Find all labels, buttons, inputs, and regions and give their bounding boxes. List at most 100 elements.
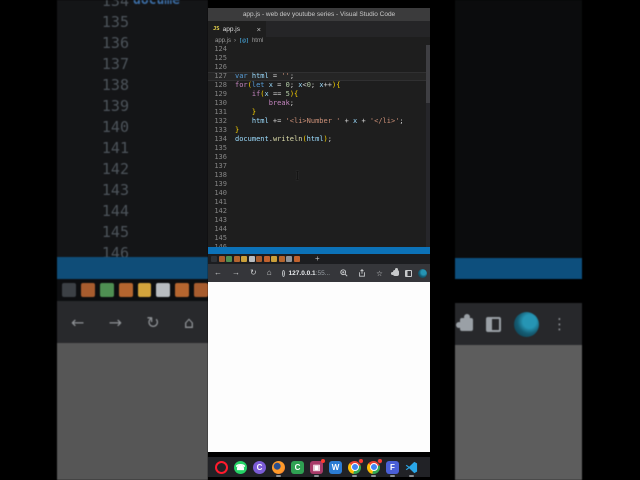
browser-tab-favicon[interactable] [241,256,247,262]
breadcrumb-file[interactable]: app.js [215,38,231,44]
extensions-puzzle-icon[interactable] [390,268,399,276]
editor-tab-appjs[interactable]: JS app.js × [208,21,266,37]
chevron-right-icon: › [234,38,237,44]
line-number: 134 [214,135,227,143]
line-number: 128 [214,81,227,89]
vscode-title-bar: app.js - web dev youtube series - Visual… [208,8,430,21]
bg-menu-icon: ⋮ [552,315,567,333]
line-number: 124 [214,45,227,53]
webpage-blank[interactable] [208,282,430,452]
taskbar-icon-vscode[interactable] [405,461,418,477]
browser-tab-favicon[interactable] [256,256,262,262]
code-line[interactable]: 130 break; [208,99,430,108]
code-line[interactable]: 145 [208,234,430,243]
code-line[interactable]: 124 [208,45,430,54]
bg-side-panel-icon [486,316,501,332]
bg-tab-favicon [62,283,76,297]
taskbar-icon-camtasia[interactable]: C [291,460,304,474]
code-line[interactable]: 135 [208,144,430,153]
bg-browser-tabstrip [57,279,208,301]
site-info-icon[interactable]: i [281,269,285,277]
browser-tab-favicon[interactable] [271,256,277,262]
browser-tab-favicon[interactable] [248,256,255,262]
code-editor[interactable]: 124 125 126 127 var html = ''; 128 for(let x =… [208,45,430,247]
line-number: 144 [214,225,227,233]
code-line[interactable]: 129 if(x == 5){ [208,90,430,99]
address-bar[interactable]: 127.0.0.1:55... [289,270,331,277]
tab-label: app.js [222,25,240,33]
browser-tab-favicon[interactable] [263,256,270,262]
bookmark-star-icon[interactable]: ☆ [376,269,383,278]
shorts-video-frame: docume 134 135 136 137 138 139 140 141 142 143 144… [0,0,640,480]
code-line[interactable]: 136 [208,153,430,162]
profile-avatar[interactable] [417,268,427,278]
taskbar-icon-whatsapp[interactable]: ☎ [234,460,247,474]
code-line[interactable]: 142 [208,207,430,216]
editor-scrollbar[interactable] [426,45,430,247]
code-line[interactable]: 140 [208,189,430,198]
code-text: var html = ''; [235,72,295,80]
taskbar-icon-word[interactable]: W [329,460,342,474]
line-number: 137 [214,162,227,170]
back-button[interactable]: ← [214,269,222,277]
browser-tab-favicon[interactable] [211,256,217,262]
code-line[interactable]: 125 [208,54,430,63]
zoom-icon[interactable] [340,269,348,277]
code-line[interactable]: 126 [208,63,430,72]
bg-extensions-icon [456,313,473,331]
bg-statusbar-left [57,257,208,279]
browser-tab-favicon[interactable] [286,256,292,262]
browser-tab-favicon[interactable] [218,256,225,262]
browser-tab-favicon[interactable] [233,256,240,262]
breadcrumb-symbol[interactable]: html [252,38,263,44]
code-line[interactable]: 134 document.writeln(html); [208,135,430,144]
home-button[interactable]: ⌂ [267,269,272,277]
close-tab-icon[interactable]: × [257,25,261,34]
code-line[interactable]: 139 [208,180,430,189]
bg-code-snippet: docume [133,0,180,8]
code-line[interactable]: 133} [208,126,430,135]
line-number: 132 [214,117,227,125]
share-icon[interactable] [358,269,366,277]
bg-statusbar-right [455,258,582,279]
reload-button[interactable]: ↻ [250,269,257,277]
breadcrumb: app.js › [@] html [208,37,430,45]
code-line[interactable]: 128 for(let x = 0; x<0; x++){ [208,81,430,90]
forward-button[interactable]: → [232,269,240,277]
bg-browser-toolbar-left: ← → ↻ ⌂ [57,301,208,343]
side-panel-icon[interactable] [404,269,412,277]
taskbar-icon-app-c[interactable]: C [253,460,266,474]
taskbar-icon-opera[interactable] [215,460,228,474]
vscode-tab-bar: JS app.js × [208,21,430,37]
text-cursor-pointer: I [295,169,300,183]
code-line[interactable]: 144 [208,225,430,234]
new-tab-button[interactable]: + [315,255,320,263]
taskbar-icon-chrome[interactable] [348,458,363,477]
code-line[interactable]: 127 var html = ''; [208,72,430,81]
taskbar-icon-media-app[interactable]: ▣ [310,458,325,477]
taskbar-icon-firefox[interactable] [272,460,285,477]
bg-line-numbers: 134 135 136 137 138 139 140 141 142 143 144 145 146 [101,0,129,257]
code-line[interactable]: 132 html += '<li>Number ' + x + '</li>'; [208,117,430,126]
bg-profile-avatar [514,311,539,337]
line-number: 145 [214,234,227,242]
code-line[interactable]: 137 [208,162,430,171]
bg-tab-favicon [156,283,171,297]
browser-tab-favicon[interactable] [293,256,300,262]
bg-tab-favicon [99,283,114,297]
browser-tab-favicon[interactable] [278,256,285,262]
line-number: 141 [214,198,227,206]
code-line[interactable]: 141 [208,198,430,207]
browser-tab-favicon[interactable] [226,256,232,262]
taskbar-icon-f-app[interactable]: F [386,460,399,477]
line-number: 127 [214,72,227,80]
taskbar-icon-chrome-2[interactable] [367,458,382,477]
code-line[interactable]: 143 [208,216,430,225]
background-left: docume 134 135 136 137 138 139 140 141 142 143 144… [57,0,208,480]
code-line[interactable]: 138 [208,171,430,180]
code-line[interactable]: 131 } [208,108,430,117]
windows-taskbar: ☎ C C ▣ W F [208,457,430,477]
code-text: } [251,108,257,116]
code-text: if(x == 5){ [251,90,299,98]
background-right: ⋮ [455,0,582,480]
